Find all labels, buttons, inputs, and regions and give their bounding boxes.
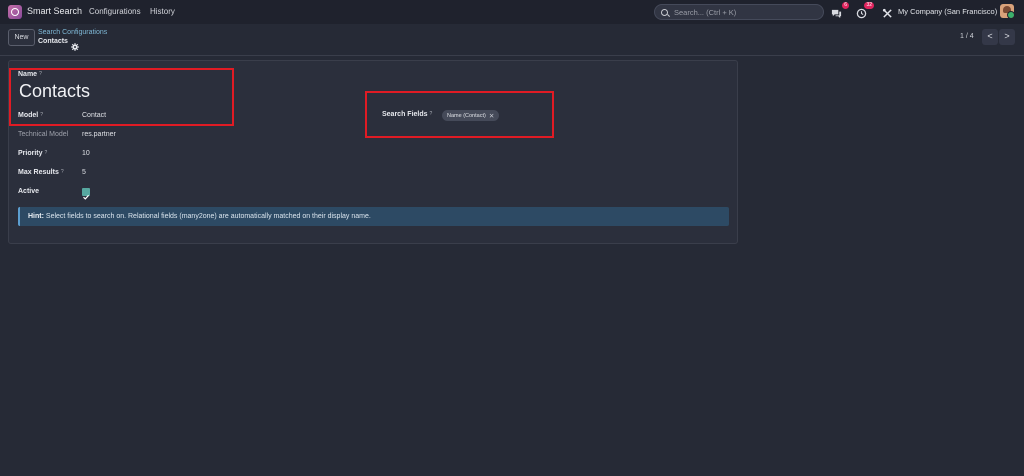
top-navbar: Smart Search Configurations History 6 32…	[0, 0, 1024, 24]
max-results-help-icon[interactable]: ?	[61, 169, 64, 175]
gear-icon[interactable]	[71, 38, 79, 51]
user-avatar[interactable]	[1000, 4, 1014, 18]
control-panel: New Search Configurations Contacts	[0, 24, 1024, 56]
technical-model-value: res.partner	[82, 131, 116, 138]
highlight-box-search-fields	[365, 91, 554, 138]
active-label: Active	[18, 188, 40, 195]
priority-field[interactable]: 10	[82, 150, 90, 157]
chat-badge: 6	[842, 2, 849, 9]
max-results-label: Max Results?	[18, 169, 64, 176]
search-input[interactable]	[674, 7, 814, 17]
hint-title: Hint:	[28, 213, 44, 220]
chat-icon[interactable]: 6	[831, 2, 849, 19]
new-button[interactable]: New	[8, 29, 35, 46]
app-name[interactable]: Smart Search	[27, 6, 82, 16]
breadcrumb-current: Contacts	[38, 38, 68, 45]
activity-clock-icon[interactable]: 32	[856, 2, 874, 19]
global-search[interactable]	[654, 4, 824, 20]
priority-label: Priority?	[18, 150, 48, 157]
pager-value[interactable]: 1 / 4	[960, 33, 974, 40]
search-icon	[661, 8, 668, 16]
technical-model-label: Technical Model	[18, 131, 69, 138]
priority-help-icon[interactable]: ?	[45, 150, 48, 156]
smart-search-app-icon[interactable]	[8, 5, 22, 19]
max-results-field[interactable]: 5	[82, 169, 86, 176]
pager-next-button[interactable]: >	[999, 29, 1015, 45]
hint-text: Select fields to search on. Relational f…	[45, 213, 371, 220]
pager-previous-button[interactable]: <	[982, 29, 998, 45]
menu-configurations[interactable]: Configurations	[89, 7, 141, 16]
hint-alert: Hint: Select fields to search on. Relati…	[18, 207, 729, 226]
breadcrumb-parent[interactable]: Search Configurations	[38, 29, 107, 36]
highlight-box-name	[9, 68, 234, 126]
menu-history[interactable]: History	[150, 7, 175, 16]
active-checkbox[interactable]	[82, 188, 90, 200]
company-switcher[interactable]: My Company (San Francisco)	[898, 7, 997, 16]
activity-badge: 32	[864, 2, 874, 9]
debug-tools-icon[interactable]	[882, 6, 894, 18]
